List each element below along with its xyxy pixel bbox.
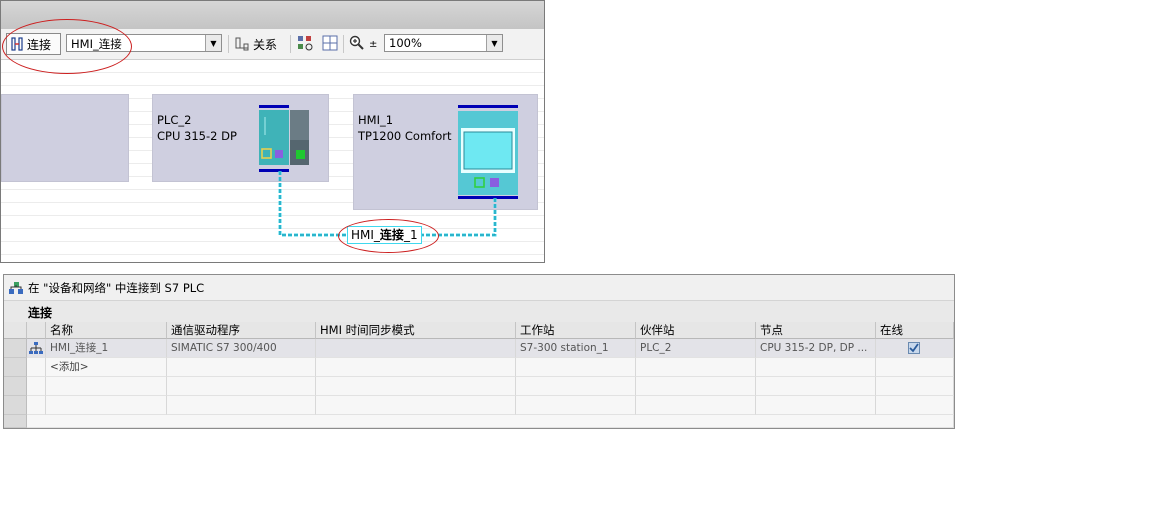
column-header-station[interactable]: 工作站 [516,322,636,339]
cell-node[interactable]: CPU 315-2 DP, DP ... [756,339,876,358]
row-header-corner [4,322,27,339]
empty-cell [46,377,167,396]
row-header[interactable] [4,396,27,415]
empty-cell [636,377,756,396]
empty-cell [27,415,954,428]
connection-icon [29,342,43,357]
empty-cell [46,396,167,415]
column-header-online[interactable]: 在线 [876,322,954,339]
empty-cell [316,377,516,396]
cell-sync[interactable] [316,339,516,358]
empty-cell [756,377,876,396]
network-view-window: 连接 HMI_连接 ▼ 关系 ± 100% ▼ PLC_2 CPU 315-2 … [0,0,545,263]
empty-cell [876,396,954,415]
empty-cell [516,377,636,396]
add-connection-cell[interactable]: <添加> [46,358,167,377]
empty-cell [516,396,636,415]
column-header-node[interactable]: 节点 [756,322,876,339]
empty-cell [167,377,316,396]
empty-cell [756,396,876,415]
column-header-partner[interactable]: 伙伴站 [636,322,756,339]
empty-cell [876,377,954,396]
table-row-icon-cell [27,358,46,377]
section-header: 连接 [4,301,954,322]
column-header-name[interactable]: 名称 [46,322,167,339]
network-link-icon [8,280,24,299]
panel-title: 在 "设备和网络" 中连接到 S7 PLC [28,281,205,295]
empty-cell [167,396,316,415]
check-icon [909,343,919,353]
cell-station[interactable]: S7-300 station_1 [516,339,636,358]
row-header[interactable] [4,377,27,396]
empty-cell [316,396,516,415]
empty-cell [27,396,46,415]
empty-cell [876,358,954,377]
annotation-ellipse [338,219,439,253]
panel-header: 在 "设备和网络" 中连接到 S7 PLC [4,275,954,301]
row-header[interactable] [4,415,27,428]
cell-partner[interactable]: PLC_2 [636,339,756,358]
cell-online[interactable] [876,339,954,358]
annotation-ellipse [2,19,132,74]
empty-cell [636,396,756,415]
row-header[interactable] [4,358,27,377]
empty-cell [756,358,876,377]
empty-cell [167,358,316,377]
cell-name[interactable]: HMI_连接_1 [46,339,167,358]
connections-window: 在 "设备和网络" 中连接到 S7 PLC 连接 名称 通信驱动程序 HMI 时… [3,274,955,429]
row-header[interactable] [4,339,27,358]
cell-driver[interactable]: SIMATIC S7 300/400 [167,339,316,358]
icon-column-header [27,322,46,339]
empty-cell [316,358,516,377]
section-title: 连接 [28,306,53,320]
table-row-icon-cell [27,339,46,358]
empty-cell [636,358,756,377]
online-checkbox[interactable] [908,342,920,354]
column-header-sync[interactable]: HMI 时间同步模式 [316,322,516,339]
empty-cell [27,377,46,396]
column-header-driver[interactable]: 通信驱动程序 [167,322,316,339]
empty-cell [516,358,636,377]
